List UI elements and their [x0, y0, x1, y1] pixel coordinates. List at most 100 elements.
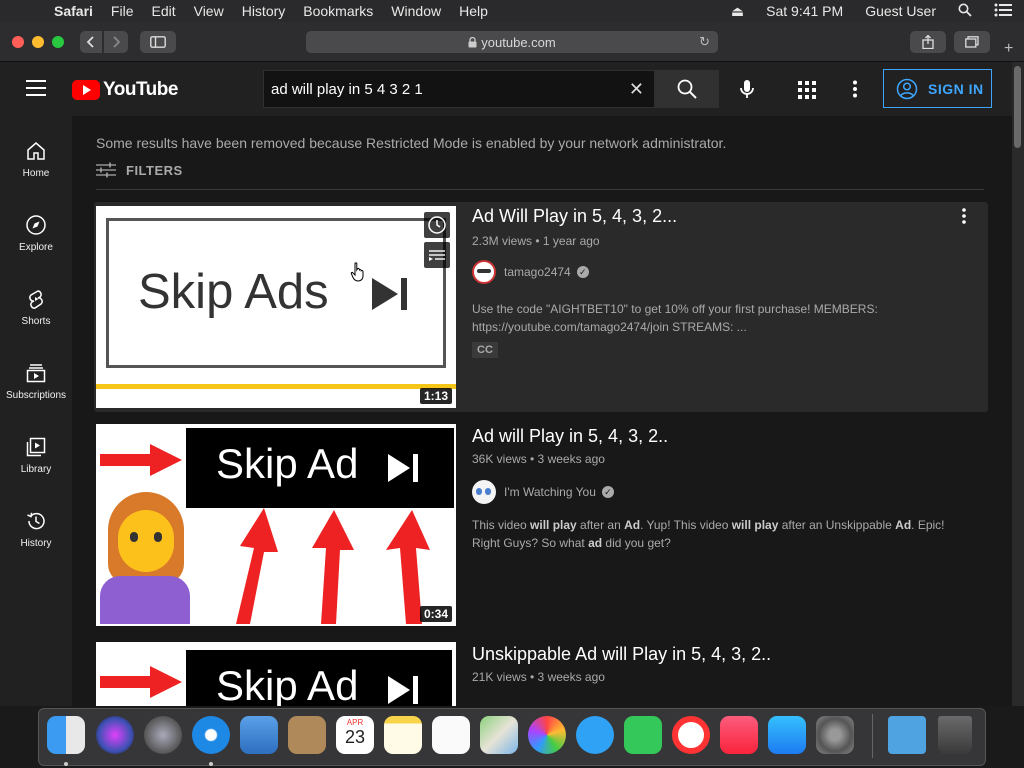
search-input[interactable]: ad will play in 5 4 3 2 1 ✕ [263, 70, 655, 108]
facetime-icon[interactable] [624, 716, 662, 754]
menu-file[interactable]: File [111, 3, 134, 19]
skip-icon [388, 454, 418, 482]
description-text: after an Unskippable [778, 518, 896, 532]
downloads-folder-icon[interactable] [888, 716, 926, 754]
video-title[interactable]: Ad will Play in 5, 4, 3, 2.. [472, 426, 668, 447]
menu-view[interactable]: View [194, 3, 224, 19]
tab-overview-button[interactable] [954, 31, 990, 53]
filters-button[interactable]: FILTERS [96, 162, 183, 178]
restricted-mode-notice: Some results have been removed because R… [96, 135, 727, 151]
menu-bookmarks[interactable]: Bookmarks [303, 3, 373, 19]
sidebar-toggle-button[interactable] [140, 31, 176, 53]
close-window-button[interactable] [12, 36, 24, 48]
arrow-right-icon [100, 444, 182, 476]
share-button[interactable] [910, 31, 946, 53]
channel-link[interactable]: I'm Watching You ✓ [472, 480, 614, 504]
settings-more-icon[interactable] [852, 80, 858, 98]
zoom-window-button[interactable] [52, 36, 64, 48]
sidebar-label: Subscriptions [5, 390, 67, 401]
trash-icon[interactable] [938, 716, 972, 754]
menu-app-safari[interactable]: Safari [54, 3, 93, 19]
menu-edit[interactable]: Edit [151, 3, 175, 19]
guide-menu-icon[interactable] [26, 80, 46, 96]
finder-icon[interactable] [47, 716, 85, 754]
notes-icon[interactable] [384, 716, 422, 754]
menu-bar: Safari File Edit View History Bookmarks … [0, 0, 1024, 22]
video-thumbnail[interactable]: Skip Ad [96, 642, 456, 706]
thumbnail-text: Skip Ad [216, 440, 359, 487]
highlighted-term: ad [588, 536, 603, 550]
clear-search-icon[interactable]: ✕ [629, 79, 644, 100]
back-button[interactable] [80, 31, 102, 53]
channel-link[interactable]: tamago2474 ✓ [472, 260, 589, 284]
video-result[interactable]: Skip Ad Unskippable Ad will Play in 5, 4… [94, 640, 988, 706]
menu-history[interactable]: History [242, 3, 286, 19]
app-store-icon[interactable] [768, 716, 806, 754]
video-title[interactable]: Unskippable Ad will Play in 5, 4, 3, 2.. [472, 644, 771, 665]
scrollbar-track[interactable] [1012, 62, 1024, 706]
sidebar-item-shorts[interactable]: Shorts [0, 288, 72, 327]
search-button[interactable] [655, 70, 719, 108]
apps-grid-icon[interactable] [798, 81, 816, 99]
more-actions-icon[interactable] [962, 208, 966, 224]
control-center-icon[interactable] [994, 3, 1012, 20]
photos-icon[interactable] [528, 716, 566, 754]
music-icon[interactable] [720, 716, 758, 754]
running-indicator [209, 762, 213, 766]
sign-in-button[interactable]: SIGN IN [883, 69, 992, 108]
new-tab-button[interactable]: + [1004, 40, 1013, 58]
safari-icon[interactable] [192, 716, 230, 754]
sidebar-item-home[interactable]: Home [0, 140, 72, 179]
maps-icon[interactable] [480, 716, 518, 754]
forward-button[interactable] [104, 31, 128, 53]
skip-icon [388, 676, 418, 704]
spotlight-search-icon[interactable] [958, 3, 972, 20]
highlighted-term: Ad [624, 518, 641, 532]
avatar [472, 260, 496, 284]
highlighted-term: Ad [895, 518, 912, 532]
subscriptions-icon [26, 364, 46, 383]
mail-icon[interactable] [240, 716, 278, 754]
hand-cursor-icon [350, 262, 364, 282]
launchpad-icon[interactable] [144, 716, 182, 754]
sidebar-label: Library [20, 464, 52, 475]
microphone-icon[interactable] [736, 78, 758, 100]
reload-icon[interactable]: ↻ [699, 34, 710, 50]
sidebar-item-library[interactable]: Library [0, 436, 72, 475]
dock-separator [872, 714, 873, 758]
menu-help[interactable]: Help [459, 3, 488, 19]
contacts-icon[interactable] [288, 716, 326, 754]
menubar-clock[interactable]: Sat 9:41 PM [766, 3, 843, 19]
watch-later-icon[interactable] [424, 212, 450, 238]
video-thumbnail[interactable]: Skip Ads 1:13 [96, 206, 456, 408]
video-thumbnail[interactable]: Skip Ad 0:34 [96, 424, 456, 626]
system-preferences-icon[interactable] [816, 716, 854, 754]
eject-icon[interactable]: ⏏ [731, 3, 744, 20]
add-to-queue-icon[interactable] [424, 242, 450, 268]
video-result[interactable]: Skip Ads 1:13 Ad Will Play in 5, 4, 3, 2… [94, 202, 988, 412]
news-icon[interactable] [672, 716, 710, 754]
video-duration: 1:13 [419, 388, 452, 404]
menubar-user[interactable]: Guest User [865, 3, 936, 19]
minimize-window-button[interactable] [32, 36, 44, 48]
library-icon [26, 437, 46, 457]
sidebar-item-explore[interactable]: Explore [0, 214, 72, 253]
reminders-icon[interactable] [432, 716, 470, 754]
sidebar-item-history[interactable]: History [0, 510, 72, 549]
chevron-left-icon [86, 36, 94, 48]
share-icon [922, 35, 934, 49]
video-meta: 2.3M views • 1 year ago [472, 234, 600, 248]
messages-icon[interactable] [576, 716, 614, 754]
sidebar-label: History [20, 538, 52, 549]
youtube-logo[interactable]: YouTube [72, 79, 178, 101]
calendar-icon[interactable]: APR 23 [336, 716, 374, 754]
sidebar-label: Shorts [21, 316, 51, 327]
menu-window[interactable]: Window [391, 3, 441, 19]
scrollbar-thumb[interactable] [1014, 66, 1021, 148]
address-bar[interactable]: youtube.com ↻ [306, 31, 718, 53]
video-result[interactable]: Skip Ad 0:34 Ad will Play in 5, 4, 3, 2.… [94, 422, 988, 628]
siri-icon[interactable] [96, 716, 134, 754]
sidebar-item-subscriptions[interactable]: Subscriptions [0, 362, 72, 401]
video-title[interactable]: Ad Will Play in 5, 4, 3, 2... [472, 206, 677, 227]
video-description: This video will play after an Ad. Yup! T… [472, 516, 972, 552]
